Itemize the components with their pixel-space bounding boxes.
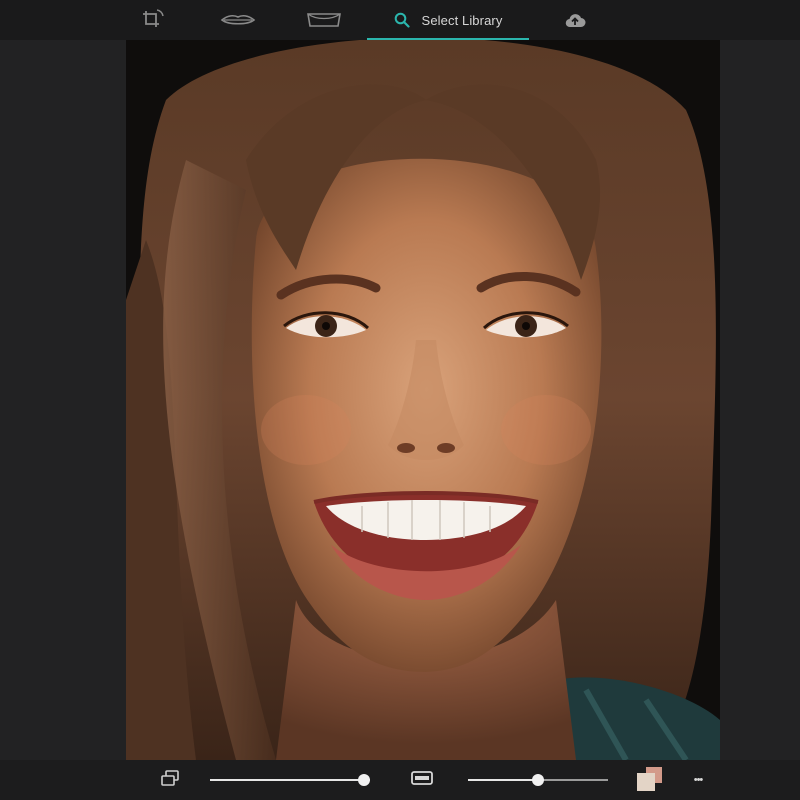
opacity-slider-fill: [210, 779, 364, 781]
opacity-slider[interactable]: [210, 774, 370, 786]
tab-select-library-label: Select Library: [421, 12, 503, 28]
frame-toggle-button[interactable]: [408, 760, 436, 800]
layers-button[interactable]: [156, 760, 184, 800]
color-swatch-button[interactable]: [633, 760, 665, 800]
upload-button[interactable]: [562, 0, 588, 40]
size-slider-thumb[interactable]: [532, 774, 544, 786]
right-panel: [720, 40, 800, 760]
top-toolbar: Select Library: [0, 0, 800, 40]
tab-select-library[interactable]: Select Library: [367, 0, 529, 40]
cloud-upload-icon: [564, 12, 586, 28]
smile-frame-icon: [306, 11, 342, 29]
smile-frame-tool-button[interactable]: [304, 0, 344, 40]
more-button[interactable]: •••: [686, 760, 710, 800]
rectangle-icon: [411, 770, 433, 790]
rotate-crop-icon: [141, 8, 165, 32]
color-swatch-icon: [634, 763, 664, 798]
rotate-tool-button[interactable]: [136, 0, 170, 40]
opacity-slider-thumb[interactable]: [357, 774, 370, 786]
portrait-photo: [126, 40, 720, 760]
left-panel: [0, 40, 126, 760]
photo-canvas[interactable]: [126, 40, 720, 760]
bottom-toolbar: •••: [0, 760, 800, 800]
search-icon: [394, 12, 410, 28]
lip-outline-icon: [220, 12, 256, 28]
layers-icon: [160, 769, 180, 792]
more-icon: •••: [693, 774, 704, 786]
size-slider[interactable]: [468, 774, 608, 786]
lip-outline-tool-button[interactable]: [218, 0, 258, 40]
size-slider-fill: [468, 779, 538, 781]
